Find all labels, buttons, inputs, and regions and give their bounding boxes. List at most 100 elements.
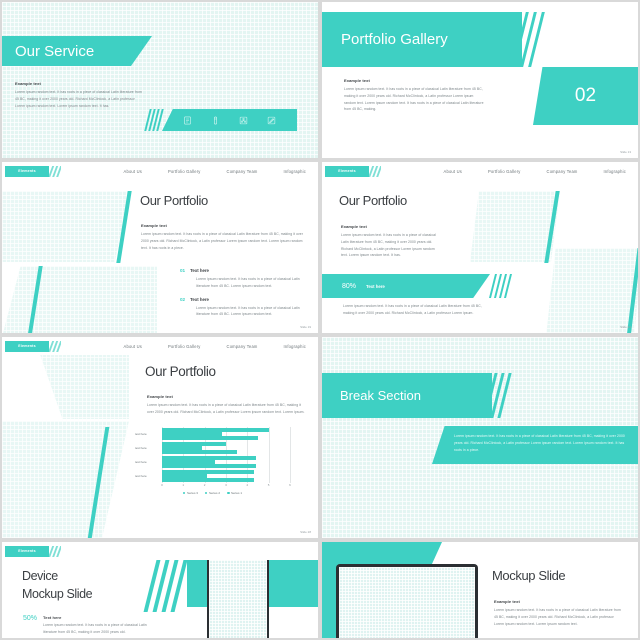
x-tick: 6 xyxy=(289,483,291,487)
bar-series-1 xyxy=(162,450,237,454)
nav-item-company-team[interactable]: Company Team xyxy=(547,169,578,174)
logo[interactable]: Elements xyxy=(5,545,61,557)
logo-text: Elements xyxy=(18,549,36,553)
legend-item: Series 2 xyxy=(204,491,220,495)
logo-text: Elements xyxy=(18,169,36,173)
nav-item-infographic[interactable]: Infographic xyxy=(284,344,306,349)
legend-label: Series 3 xyxy=(186,491,198,495)
edit-square-icon[interactable] xyxy=(267,116,276,125)
nav-item-portfolio-gallery[interactable]: Portfolio Gallery xyxy=(168,169,201,174)
chart-category-label: text here xyxy=(135,474,147,478)
tablet-screen xyxy=(339,567,475,638)
slide-our-service[interactable]: Our Service Example text Lorem ipsum ran… xyxy=(0,0,320,160)
example-label: Example text xyxy=(494,599,520,604)
decorative-slashes xyxy=(144,109,164,131)
x-tick: 4 xyxy=(246,483,249,487)
slide-footer-number: Slide 21 xyxy=(620,325,631,329)
chart-category-label: text here xyxy=(135,432,147,436)
logo-text: Elements xyxy=(338,169,356,173)
list-item-title: Text here xyxy=(190,268,209,273)
page-title: Our Portfolio xyxy=(140,193,208,208)
body-text: Lorem ipsum random text. It has roots in… xyxy=(344,87,484,112)
list-item-number: 02 xyxy=(180,296,186,302)
horizontal-bar-chart[interactable]: text here text here text here text here … xyxy=(135,427,291,495)
chart-legend: Series 3 Series 2 Series 1 xyxy=(135,491,290,495)
list-item: 01 Text here Lorem ipsum random text. It … xyxy=(180,268,305,290)
nav-item-company-team[interactable]: Company Team xyxy=(227,169,258,174)
nav-item-infographic[interactable]: Infographic xyxy=(284,169,306,174)
x-tick: 3 xyxy=(225,483,227,487)
body-text: Lorem ipsum random text. It has roots in… xyxy=(341,233,436,258)
stat-label: Text here xyxy=(366,283,385,289)
slide-our-portfolio-a[interactable]: Elements About Us Portfolio Gallery Comp… xyxy=(0,160,320,335)
nav-item-portfolio-gallery[interactable]: Portfolio Gallery xyxy=(488,169,521,174)
chart-category-label: text here xyxy=(135,446,147,450)
body-text: Lorem ipsum random text. It has roots in… xyxy=(494,608,621,626)
logo[interactable]: Elements xyxy=(325,165,381,177)
slide-device-mockup[interactable]: Elements Device Mockup Slide 50% Text he… xyxy=(0,540,320,640)
nav-item-company-team[interactable]: Company Team xyxy=(227,344,258,349)
logo[interactable]: Elements xyxy=(5,165,61,177)
example-label: Example text xyxy=(141,223,167,228)
pen-icon[interactable] xyxy=(211,116,220,125)
nav-item-about-us[interactable]: About Us xyxy=(444,169,462,174)
phone-mockup xyxy=(207,552,269,638)
navbar: Elements About Us Portfolio Gallery Comp… xyxy=(322,162,638,180)
slide-footer-number: Slide 13 xyxy=(620,150,631,154)
chart-x-axis: 0 1 2 3 4 5 6 xyxy=(161,483,291,490)
list-item-number: 01 xyxy=(180,268,186,273)
legend-swatch xyxy=(182,491,186,495)
nav-links: About Us Portfolio Gallery Company Team … xyxy=(124,169,306,174)
chart-row: text here xyxy=(135,469,290,483)
legend-item: Series 3 xyxy=(182,491,198,495)
document-icon[interactable] xyxy=(183,116,192,125)
text-block: Example text Lorem ipsum random text. It… xyxy=(15,81,145,109)
navbar: Elements xyxy=(2,542,318,560)
image-placeholder xyxy=(2,191,130,262)
x-tick: 0 xyxy=(161,483,163,487)
slide-mockup[interactable]: Mockup Slide Example text Lorem ipsum ra… xyxy=(320,540,640,640)
stat-block: 50% Text here Lorem ipsum random text. I… xyxy=(23,615,153,636)
nav-item-portfolio-gallery[interactable]: Portfolio Gallery xyxy=(168,344,201,349)
logo-text: Elements xyxy=(18,344,36,348)
quote-text: Lorem ipsum random text. It has roots in… xyxy=(454,434,625,452)
slide-portfolio-gallery[interactable]: Portfolio Gallery 02 Example text Lorem … xyxy=(320,0,640,160)
slide-our-portfolio-chart[interactable]: Elements About Us Portfolio Gallery Comp… xyxy=(0,335,320,540)
bar-series-1 xyxy=(162,478,254,482)
chart-rows: text here text here text here text here xyxy=(135,427,291,483)
text-block: Example text Lorem ipsum random text. It… xyxy=(341,224,441,259)
slide-number-badge: 02 xyxy=(533,67,638,125)
slide-break-section[interactable]: Break Section Lorem ipsum random text. I… xyxy=(320,335,640,540)
decorative-slashes xyxy=(504,12,548,67)
slide-title-band: Portfolio Gallery xyxy=(322,12,522,67)
image-placeholder xyxy=(2,421,129,538)
decorative-slashes xyxy=(143,552,198,612)
stat-body-text: Lorem ipsum random text. It has roots in… xyxy=(43,623,147,634)
chart-row: text here xyxy=(135,427,290,441)
slide-our-portfolio-b[interactable]: Elements About Us Portfolio Gallery Comp… xyxy=(320,160,640,335)
nav-item-infographic[interactable]: Infographic xyxy=(604,169,626,174)
legend-label: Series 1 xyxy=(231,491,243,495)
example-label: Example text xyxy=(15,81,41,86)
page-title: Our Portfolio xyxy=(145,364,216,379)
navbar: Elements About Us Portfolio Gallery Comp… xyxy=(2,162,318,180)
share-icon[interactable] xyxy=(239,116,248,125)
page-title: Our Service xyxy=(15,42,95,60)
logo[interactable]: Elements xyxy=(5,340,61,352)
nav-item-about-us[interactable]: About Us xyxy=(124,169,142,174)
text-block: Example text Lorem ipsum random text. It… xyxy=(141,223,303,251)
bar-series-1 xyxy=(162,436,258,440)
stat-banner: 80% Text here xyxy=(322,274,490,298)
text-block: Example text Lorem ipsum random text. It… xyxy=(344,78,484,113)
slide-number-value: 02 xyxy=(574,85,597,106)
tablet-mockup xyxy=(336,564,478,638)
nav-item-about-us[interactable]: About Us xyxy=(124,344,142,349)
list-item: 02 Text here Lorem ipsum random text. It … xyxy=(180,297,305,319)
logo-slashes-icon xyxy=(369,165,381,177)
slide-title-band: Our Service xyxy=(2,36,152,66)
page-title: Our Portfolio xyxy=(339,193,407,208)
stat-value: 80% xyxy=(342,282,357,290)
service-icon-bar xyxy=(162,109,297,131)
slide-footer-number: Slide 28 xyxy=(300,530,311,534)
legend-item: Series 1 xyxy=(227,491,242,495)
